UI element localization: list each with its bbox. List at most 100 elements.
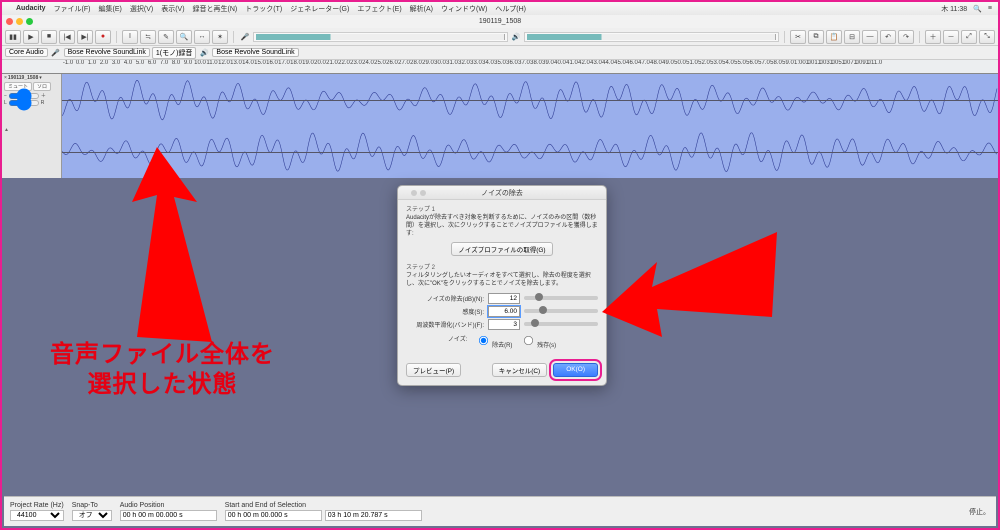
waveform-channel-left[interactable]	[62, 74, 998, 126]
menu-effect[interactable]: エフェクト(E)	[357, 4, 401, 14]
minimize-icon[interactable]	[411, 190, 417, 196]
tool-timeshift[interactable]: ↔	[194, 30, 210, 44]
fit-project-button[interactable]: ⤡	[979, 30, 995, 44]
window-titlebar: 190119_1508	[2, 15, 998, 28]
sensitivity-slider[interactable]	[524, 309, 598, 313]
menu-file[interactable]: ファイル(F)	[54, 4, 91, 14]
dialog-title: ノイズの除去	[481, 188, 523, 198]
tool-draw[interactable]: ✎	[158, 30, 174, 44]
project-rate-label: Project Rate (Hz)	[10, 502, 64, 509]
maximize-icon[interactable]	[420, 190, 426, 196]
timeline-ruler[interactable]: -1.00.01.02.03.04.05.06.07.08.09.010.011…	[2, 60, 998, 74]
freq-smoothing-input[interactable]	[488, 319, 520, 330]
track-control-panel-lower[interactable]: ▲	[2, 126, 62, 178]
menu-tracks[interactable]: トラック(T)	[245, 4, 282, 14]
search-icon[interactable]: 🔍	[973, 5, 982, 13]
freq-smoothing-slider[interactable]	[524, 322, 598, 326]
selection-toolbar: Project Rate (Hz) 44100 Snap-To オフ Audio…	[4, 496, 996, 526]
menu-analyze[interactable]: 解析(A)	[410, 4, 433, 14]
mic-icon: 🎤	[50, 47, 62, 59]
noise-remove-radio[interactable]: 除去(R)	[477, 334, 512, 349]
skip-end-button[interactable]: ▶|	[77, 30, 93, 44]
pause-button[interactable]: ▮▮	[5, 30, 21, 44]
track-name: 190119_1508	[8, 75, 38, 81]
trim-button[interactable]: ⊟	[844, 30, 860, 44]
copy-button[interactable]: ⧉	[808, 30, 824, 44]
annotation-arrow-right	[602, 217, 782, 347]
get-noise-profile-button[interactable]: ノイズプロファイルの取得(G)	[451, 242, 552, 256]
pan-slider[interactable]	[8, 100, 40, 106]
snap-to-select[interactable]: オフ	[72, 510, 112, 521]
noise-reduction-input[interactable]	[488, 293, 520, 304]
noise-reduction-label: ノイズの除去(dB)(N):	[406, 294, 484, 303]
sensitivity-input[interactable]	[488, 306, 520, 317]
undo-button[interactable]: ↶	[880, 30, 896, 44]
macos-menubar: Audacity ファイル(F) 編集(E) 選択(V) 表示(V) 録音と再生…	[2, 2, 998, 15]
playback-meter[interactable]	[524, 32, 779, 42]
play-button[interactable]: ▶	[23, 30, 39, 44]
selection-label: Start and End of Selection	[225, 502, 422, 509]
paste-button[interactable]: 📋	[826, 30, 842, 44]
snap-to-label: Snap-To	[72, 502, 112, 509]
sensitivity-label: 感度(S):	[406, 307, 484, 316]
audio-position-input[interactable]	[120, 510, 217, 521]
dialog-titlebar[interactable]: ノイズの除去	[398, 186, 606, 200]
redo-button[interactable]: ↷	[898, 30, 914, 44]
skip-start-button[interactable]: |◀	[59, 30, 75, 44]
chevron-down-icon[interactable]: ▾	[39, 75, 42, 81]
recording-channels-select[interactable]: 1(モノ)録音	[152, 47, 197, 59]
zoom-in-button[interactable]: ＋	[925, 30, 941, 44]
cancel-button[interactable]: キャンセル(C)	[492, 363, 548, 377]
menu-select[interactable]: 選択(V)	[130, 4, 153, 14]
audio-track[interactable]: × 190119_1508 ▾ ミュートソロ − ＋ L R	[2, 74, 998, 126]
fit-selection-button[interactable]: ⤢	[961, 30, 977, 44]
close-icon[interactable]	[402, 190, 408, 196]
playback-device-select[interactable]: Bose Revolve SoundLink	[212, 48, 298, 57]
close-icon[interactable]	[6, 18, 13, 25]
noise-reduction-slider[interactable]	[524, 296, 598, 300]
transport-toolbar: ▮▮ ▶ ■ |◀ ▶| ● I ≒ ✎ 🔍 ↔ ✶ 🎤 🔊 ✂ ⧉ 📋 ⊟ ―…	[2, 28, 998, 46]
device-toolbar: Core Audio 🎤 Bose Revolve SoundLink 1(モノ…	[2, 46, 998, 60]
menu-edit[interactable]: 編集(E)	[99, 4, 122, 14]
stop-button[interactable]: ■	[41, 30, 57, 44]
menubar-clock: 木 11:38	[941, 4, 967, 14]
tool-zoom[interactable]: 🔍	[176, 30, 192, 44]
step1-label: ステップ 1	[406, 204, 598, 213]
step1-description: Audacityが除去すべき対象を判断するために、ノイズのみの区間（数秒間）を選…	[406, 215, 598, 238]
maximize-icon[interactable]	[26, 18, 33, 25]
ok-button[interactable]: OK(O)	[553, 363, 598, 377]
cut-button[interactable]: ✂	[790, 30, 806, 44]
audio-track[interactable]: ▲	[2, 126, 998, 178]
silence-button[interactable]: ―	[862, 30, 878, 44]
noise-mode-label: ノイズ:	[448, 334, 468, 349]
tool-selection[interactable]: I	[122, 30, 138, 44]
project-rate-select[interactable]: 44100	[10, 510, 64, 521]
menu-generate[interactable]: ジェネレーター(G)	[290, 4, 349, 14]
status-text: 停止。	[969, 507, 990, 517]
menu-view[interactable]: 表示(V)	[161, 4, 184, 14]
tool-envelope[interactable]: ≒	[140, 30, 156, 44]
record-button[interactable]: ●	[95, 30, 111, 44]
menu-extra-icon[interactable]: ≡	[988, 5, 992, 12]
menu-help[interactable]: ヘルプ(H)	[495, 4, 526, 14]
waveform-channel-right[interactable]	[62, 126, 998, 178]
preview-button[interactable]: プレビュー(P)	[406, 363, 461, 377]
zoom-out-button[interactable]: －	[943, 30, 959, 44]
menu-window[interactable]: ウィンドウ(W)	[441, 4, 487, 14]
recording-device-select[interactable]: Bose Revolve SoundLink	[64, 48, 150, 57]
track-control-panel[interactable]: × 190119_1508 ▾ ミュートソロ − ＋ L R	[2, 74, 62, 126]
selection-end-input[interactable]	[325, 510, 422, 521]
track-close-icon[interactable]: ×	[4, 75, 7, 81]
audio-host-select[interactable]: Core Audio	[5, 48, 48, 57]
audio-position-label: Audio Position	[120, 502, 217, 509]
noise-removal-dialog: ノイズの除去 ステップ 1 Audacityが除去すべき対象を判断するために、ノ…	[397, 185, 607, 386]
minimize-icon[interactable]	[16, 18, 23, 25]
tool-multi[interactable]: ✶	[212, 30, 228, 44]
selection-start-input[interactable]	[225, 510, 322, 521]
recording-meter[interactable]	[253, 32, 508, 42]
menubar-app-name[interactable]: Audacity	[16, 5, 46, 12]
noise-residue-radio[interactable]: 残存(s)	[522, 334, 556, 349]
menu-transport[interactable]: 録音と再生(N)	[193, 4, 238, 14]
annotation-text: 音声ファイル全体を 選択した状態	[50, 340, 275, 400]
window-traffic-lights[interactable]	[6, 18, 33, 25]
